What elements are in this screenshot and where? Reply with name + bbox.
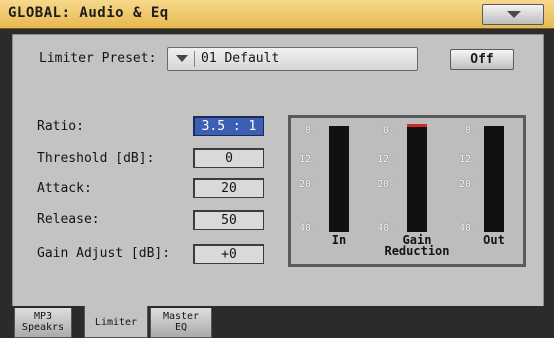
window-frame: GLOBAL: Audio & Eq Limiter Preset: 01 De… [0, 0, 554, 338]
in-scale-0: 0- [304, 125, 317, 136]
tab-bar: MP3 Speakrs Limiter Master EQ [0, 306, 554, 338]
chevron-down-icon [507, 11, 521, 18]
tab-master-line1: Master [162, 311, 200, 322]
gr-scale-40: 40- [376, 223, 395, 234]
page-title: GLOBAL: Audio & Eq [8, 5, 169, 21]
out-label: Out [483, 233, 505, 247]
tab-limiter-label: Limiter [94, 317, 138, 328]
gr-scale-20: 20- [376, 179, 395, 190]
page-menu-button[interactable] [482, 4, 544, 25]
threshold-label: Threshold [dB]: [37, 151, 155, 166]
in-scale-20: 20- [298, 179, 317, 190]
release-label: Release: [37, 212, 100, 227]
tab-limiter[interactable]: Limiter [84, 306, 148, 338]
out-scale-0: 0- [464, 125, 477, 136]
gain-adjust-field[interactable]: +0 [193, 244, 264, 264]
chevron-down-icon [176, 55, 188, 62]
gain-reduction-peak [407, 124, 427, 127]
in-label: In [331, 233, 347, 247]
in-scale-40: 40- [298, 223, 317, 234]
release-field[interactable]: 50 [193, 210, 264, 230]
gain-reduction-bar [407, 126, 427, 232]
tab-mp3-line1: MP3 [33, 311, 53, 322]
out-scale-12: 12- [458, 154, 477, 165]
gain-adjust-label: Gain Adjust [dB]: [37, 246, 171, 261]
gr-scale-12: 12- [376, 154, 395, 165]
attack-field[interactable]: 20 [193, 178, 264, 198]
tab-mp3-speakers[interactable]: MP3 Speakrs [14, 308, 72, 338]
limiter-off-button[interactable]: Off [450, 49, 514, 70]
out-meter-bar [484, 126, 504, 232]
threshold-field[interactable]: 0 [193, 148, 264, 168]
attack-label: Attack: [37, 181, 92, 196]
out-scale-40: 40- [458, 223, 477, 234]
title-bar: GLOBAL: Audio & Eq [0, 0, 554, 29]
ratio-label: Ratio: [37, 119, 84, 134]
limiter-preset-value: 01 Default [201, 51, 280, 66]
gr-scale-0: 0- [382, 125, 395, 136]
in-meter-bar [329, 126, 349, 232]
ratio-field[interactable]: 3.5 : 1 [193, 116, 264, 136]
in-scale-12: 12- [298, 154, 317, 165]
select-divider [194, 51, 195, 67]
limiter-preset-label: Limiter Preset: [39, 51, 157, 66]
tab-mp3-line2: Speakrs [21, 322, 65, 333]
limiter-panel: Limiter Preset: 01 Default Off Ratio: 3.… [12, 34, 544, 308]
meter-display: 0- 12- 20- 40- In 0- 12- 20- 40- Gain Re… [288, 115, 526, 267]
tab-master-eq[interactable]: Master EQ [150, 308, 212, 338]
tab-master-line2: EQ [174, 322, 188, 333]
reduction-label: Reduction [384, 244, 450, 258]
out-scale-20: 20- [458, 179, 477, 190]
limiter-preset-select[interactable]: 01 Default [167, 47, 418, 71]
